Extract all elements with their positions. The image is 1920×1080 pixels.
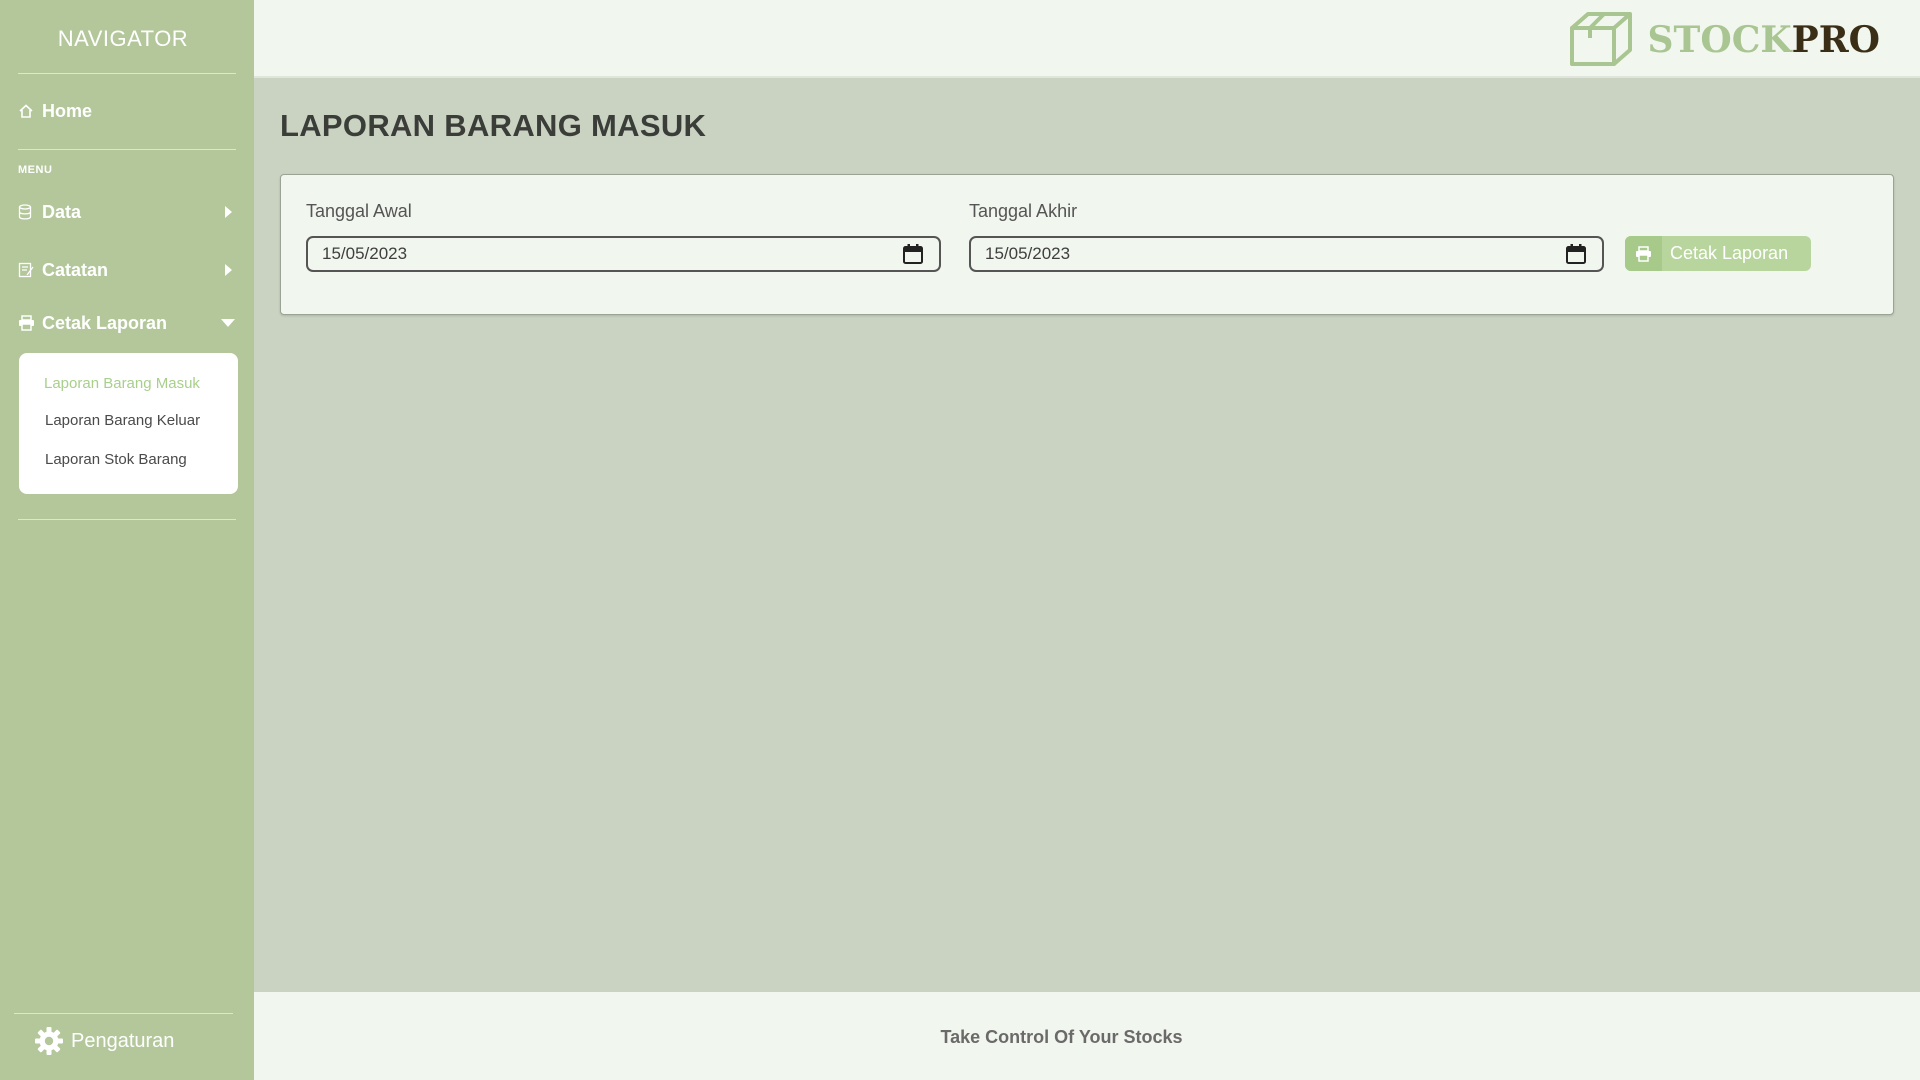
notes-icon	[18, 262, 42, 278]
gear-icon	[34, 1026, 64, 1056]
divider	[14, 1013, 233, 1014]
sidebar-item-cetak-laporan[interactable]: Cetak Laporan	[18, 308, 236, 338]
sidebar-item-label: Data	[42, 201, 82, 222]
chevron-right-icon	[220, 263, 236, 277]
divider	[18, 73, 236, 74]
end-date-label: Tanggal Akhir	[969, 201, 1078, 221]
footer-tagline: Take Control Of Your Stocks	[940, 1027, 1183, 1047]
divider	[18, 149, 236, 150]
logo-text: STOCKPRO	[1648, 19, 1880, 61]
submenu-cetak-laporan: Laporan Barang Masuk Laporan Barang Kelu…	[19, 353, 238, 494]
sidebar: NAVIGATOR Home MENU Data Catatan Cetak L…	[0, 0, 254, 1080]
chevron-right-icon	[220, 205, 236, 219]
submenu-item-laporan-stok-barang[interactable]: Laporan Stok Barang	[45, 451, 187, 468]
printer-icon	[18, 315, 42, 331]
sidebar-item-label: Catatan	[42, 259, 109, 280]
chevron-down-icon	[220, 318, 236, 328]
print-report-label: Cetak Laporan	[1670, 243, 1789, 263]
sidebar-item-label: Cetak Laporan	[42, 312, 168, 333]
settings-button[interactable]: Pengaturan	[34, 1026, 174, 1056]
end-date-input[interactable]: 15/05/2023	[969, 236, 1604, 272]
calendar-icon[interactable]	[1566, 243, 1586, 265]
end-date-value: 15/05/2023	[985, 244, 1071, 263]
submenu-item-laporan-barang-masuk[interactable]: Laporan Barang Masuk	[44, 375, 200, 392]
box-icon	[1568, 10, 1634, 70]
start-date-input[interactable]: 15/05/2023	[306, 236, 941, 272]
start-date-value: 15/05/2023	[322, 244, 408, 263]
sidebar-item-home[interactable]: Home	[18, 96, 236, 126]
sidebar-item-label: Home	[42, 100, 93, 121]
page-title: LAPORAN BARANG MASUK	[280, 108, 707, 143]
home-icon	[18, 103, 42, 119]
start-date-label: Tanggal Awal	[306, 201, 412, 221]
divider	[18, 519, 236, 520]
database-icon	[18, 204, 42, 220]
sidebar-title: NAVIGATOR	[57, 26, 189, 51]
footer: Take Control Of Your Stocks	[254, 992, 1920, 1080]
logo-text-pro: PRO	[1791, 19, 1880, 61]
calendar-icon[interactable]	[903, 243, 923, 265]
menu-caption: MENU	[18, 164, 53, 176]
top-header: STOCKPRO	[254, 0, 1920, 78]
settings-label: Pengaturan	[71, 1029, 175, 1052]
app-logo[interactable]: STOCKPRO	[1568, 10, 1880, 70]
printer-icon	[1625, 236, 1662, 271]
logo-text-stock: STOCK	[1647, 19, 1792, 61]
report-filter-card: Tanggal Awal 15/05/2023 Tanggal Akhir 15…	[280, 174, 1894, 315]
print-report-button[interactable]: Cetak Laporan	[1625, 236, 1811, 271]
sidebar-item-data[interactable]: Data	[18, 197, 236, 227]
sidebar-item-catatan[interactable]: Catatan	[18, 255, 236, 285]
submenu-item-laporan-barang-keluar[interactable]: Laporan Barang Keluar	[45, 412, 200, 429]
